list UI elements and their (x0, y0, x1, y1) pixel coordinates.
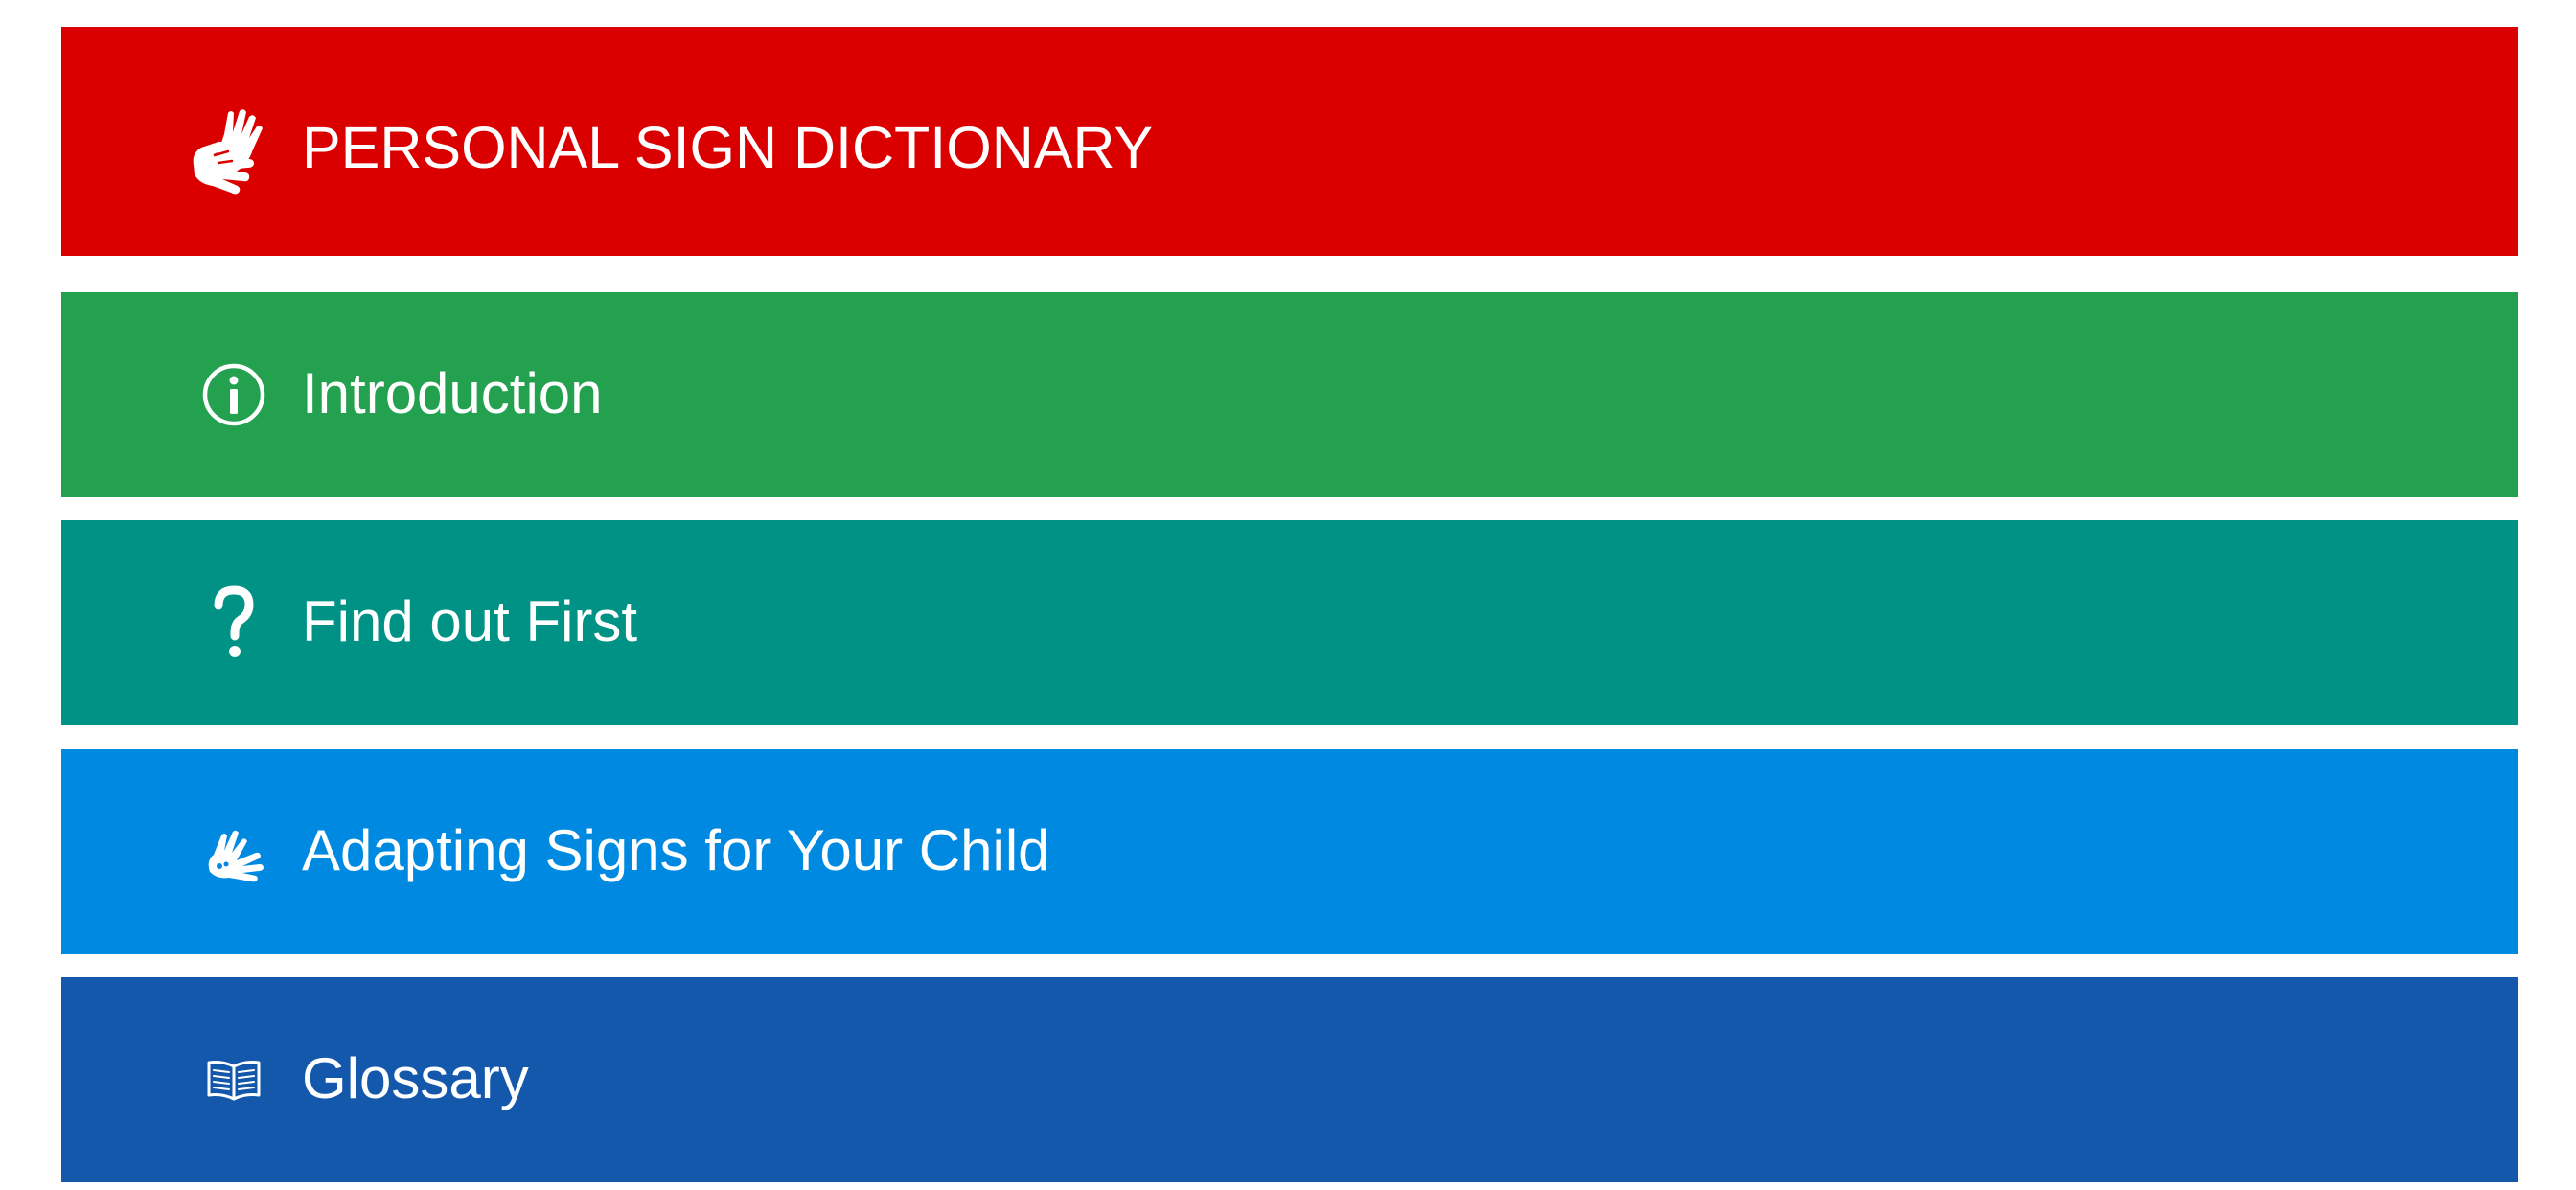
open-book-icon (184, 1030, 284, 1130)
page-title: PERSONAL SIGN DICTIONARY (302, 115, 1154, 180)
menu-item-label: Adapting Signs for Your Child (302, 818, 1050, 882)
info-icon (184, 345, 284, 445)
adapting-hands-icon (184, 802, 284, 902)
menu-item-find-out-first[interactable]: Find out First (61, 520, 2518, 725)
menu-item-adapting-signs[interactable]: Adapting Signs for Your Child (61, 749, 2518, 954)
app-header-bar: PERSONAL SIGN DICTIONARY (61, 27, 2518, 256)
menu-item-label: Introduction (302, 361, 603, 425)
question-mark-icon (184, 573, 284, 673)
menu-item-glossary[interactable]: Glossary (61, 977, 2518, 1182)
menu-item-introduction[interactable]: Introduction (61, 292, 2518, 497)
menu-item-label: Glossary (302, 1046, 529, 1110)
menu-item-label: Find out First (302, 589, 638, 653)
signing-hands-icon (184, 103, 284, 203)
